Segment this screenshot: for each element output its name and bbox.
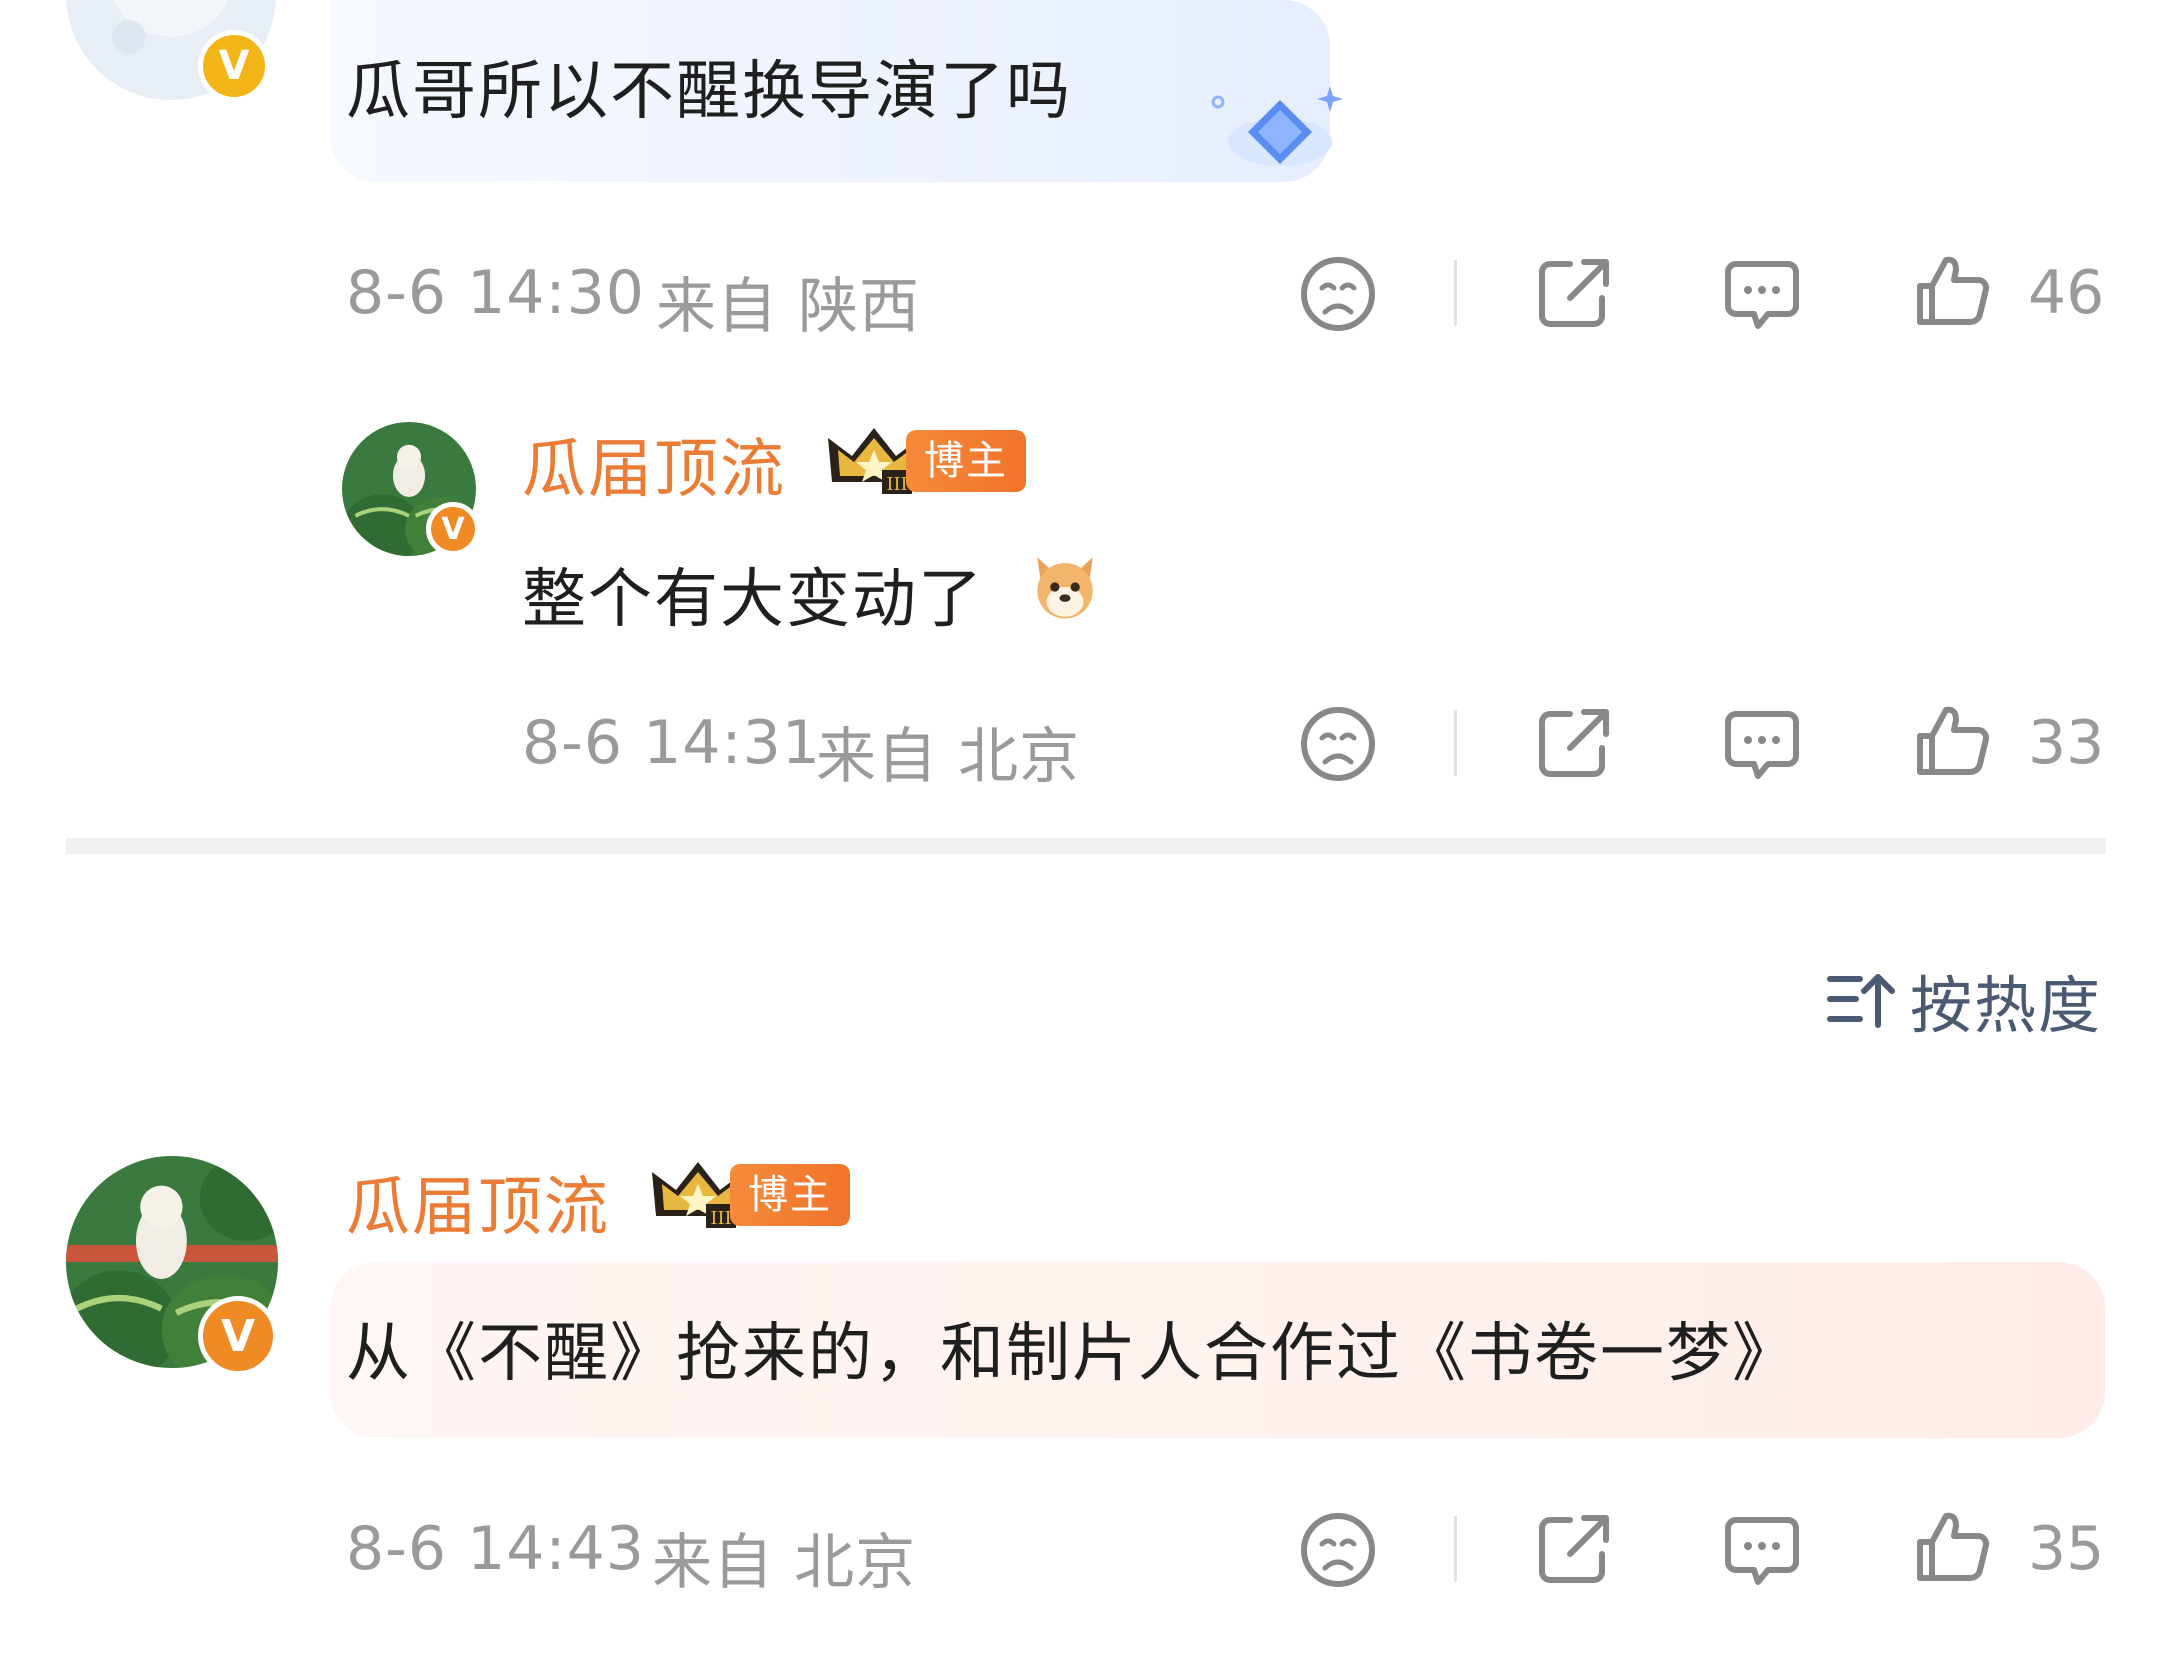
sort-icon xyxy=(1827,974,1895,1028)
divider xyxy=(1454,260,1457,326)
share-icon[interactable] xyxy=(1534,1510,1614,1590)
like-icon[interactable] xyxy=(1912,700,1992,780)
like-icon[interactable] xyxy=(1912,250,1992,330)
comment-icon[interactable] xyxy=(1722,1510,1802,1590)
dislike-icon[interactable] xyxy=(1298,704,1378,784)
comment-text: 瓜哥所以不醒换导演了吗 xyxy=(346,55,1072,129)
avatar[interactable]: V xyxy=(66,0,276,102)
verified-icon: V xyxy=(426,502,480,556)
blogger-badge: III 博主 xyxy=(824,420,1026,500)
verified-icon: V xyxy=(198,1296,278,1376)
gem-decoration-icon xyxy=(1200,80,1350,190)
reply-location: 来自 北京 xyxy=(816,722,1081,792)
divider xyxy=(1454,710,1457,776)
sort-label: 按热度 xyxy=(1910,969,2103,1042)
svg-text:III: III xyxy=(886,474,907,495)
comment-location: 来自 北京 xyxy=(652,1528,917,1598)
like-count: 46 xyxy=(2028,258,2105,328)
dog-emoji-icon xyxy=(1028,550,1102,624)
avatar[interactable]: V xyxy=(66,1156,278,1376)
blogger-badge: III 博主 xyxy=(648,1154,850,1234)
blogger-label: 博主 xyxy=(906,430,1026,492)
share-icon[interactable] xyxy=(1534,254,1614,334)
comment-icon[interactable] xyxy=(1722,254,1802,334)
author-name[interactable]: 瓜届顶流 xyxy=(522,418,786,510)
dislike-icon[interactable] xyxy=(1298,254,1378,334)
reply-time: 8-6 14:31 xyxy=(522,708,821,778)
author-name[interactable]: 瓜届顶流 xyxy=(346,1156,610,1248)
comment-icon[interactable] xyxy=(1722,704,1802,784)
comment-time: 8-6 14:43 xyxy=(346,1514,645,1584)
comment-text: 从《不醒》抢来的，和制片人合作过《书卷一梦》 xyxy=(346,1317,1798,1391)
avatar[interactable]: V xyxy=(342,422,480,556)
divider xyxy=(1454,1516,1457,1582)
verified-icon: V xyxy=(198,30,270,102)
reply-text: 整个有大变动了 xyxy=(522,563,984,637)
dislike-icon[interactable] xyxy=(1298,1510,1378,1590)
svg-text:III: III xyxy=(710,1208,731,1229)
comment-location: 来自 陕西 xyxy=(656,272,921,342)
section-divider xyxy=(66,838,2106,854)
share-icon[interactable] xyxy=(1534,704,1614,784)
blogger-label: 博主 xyxy=(730,1164,850,1226)
sort-by-hot-button[interactable]: 按热度 xyxy=(1826,960,2102,1042)
comment-time: 8-6 14:30 xyxy=(346,258,645,328)
like-icon[interactable] xyxy=(1912,1506,1992,1586)
like-count: 33 xyxy=(2028,708,2105,778)
like-count: 35 xyxy=(2028,1514,2105,1584)
